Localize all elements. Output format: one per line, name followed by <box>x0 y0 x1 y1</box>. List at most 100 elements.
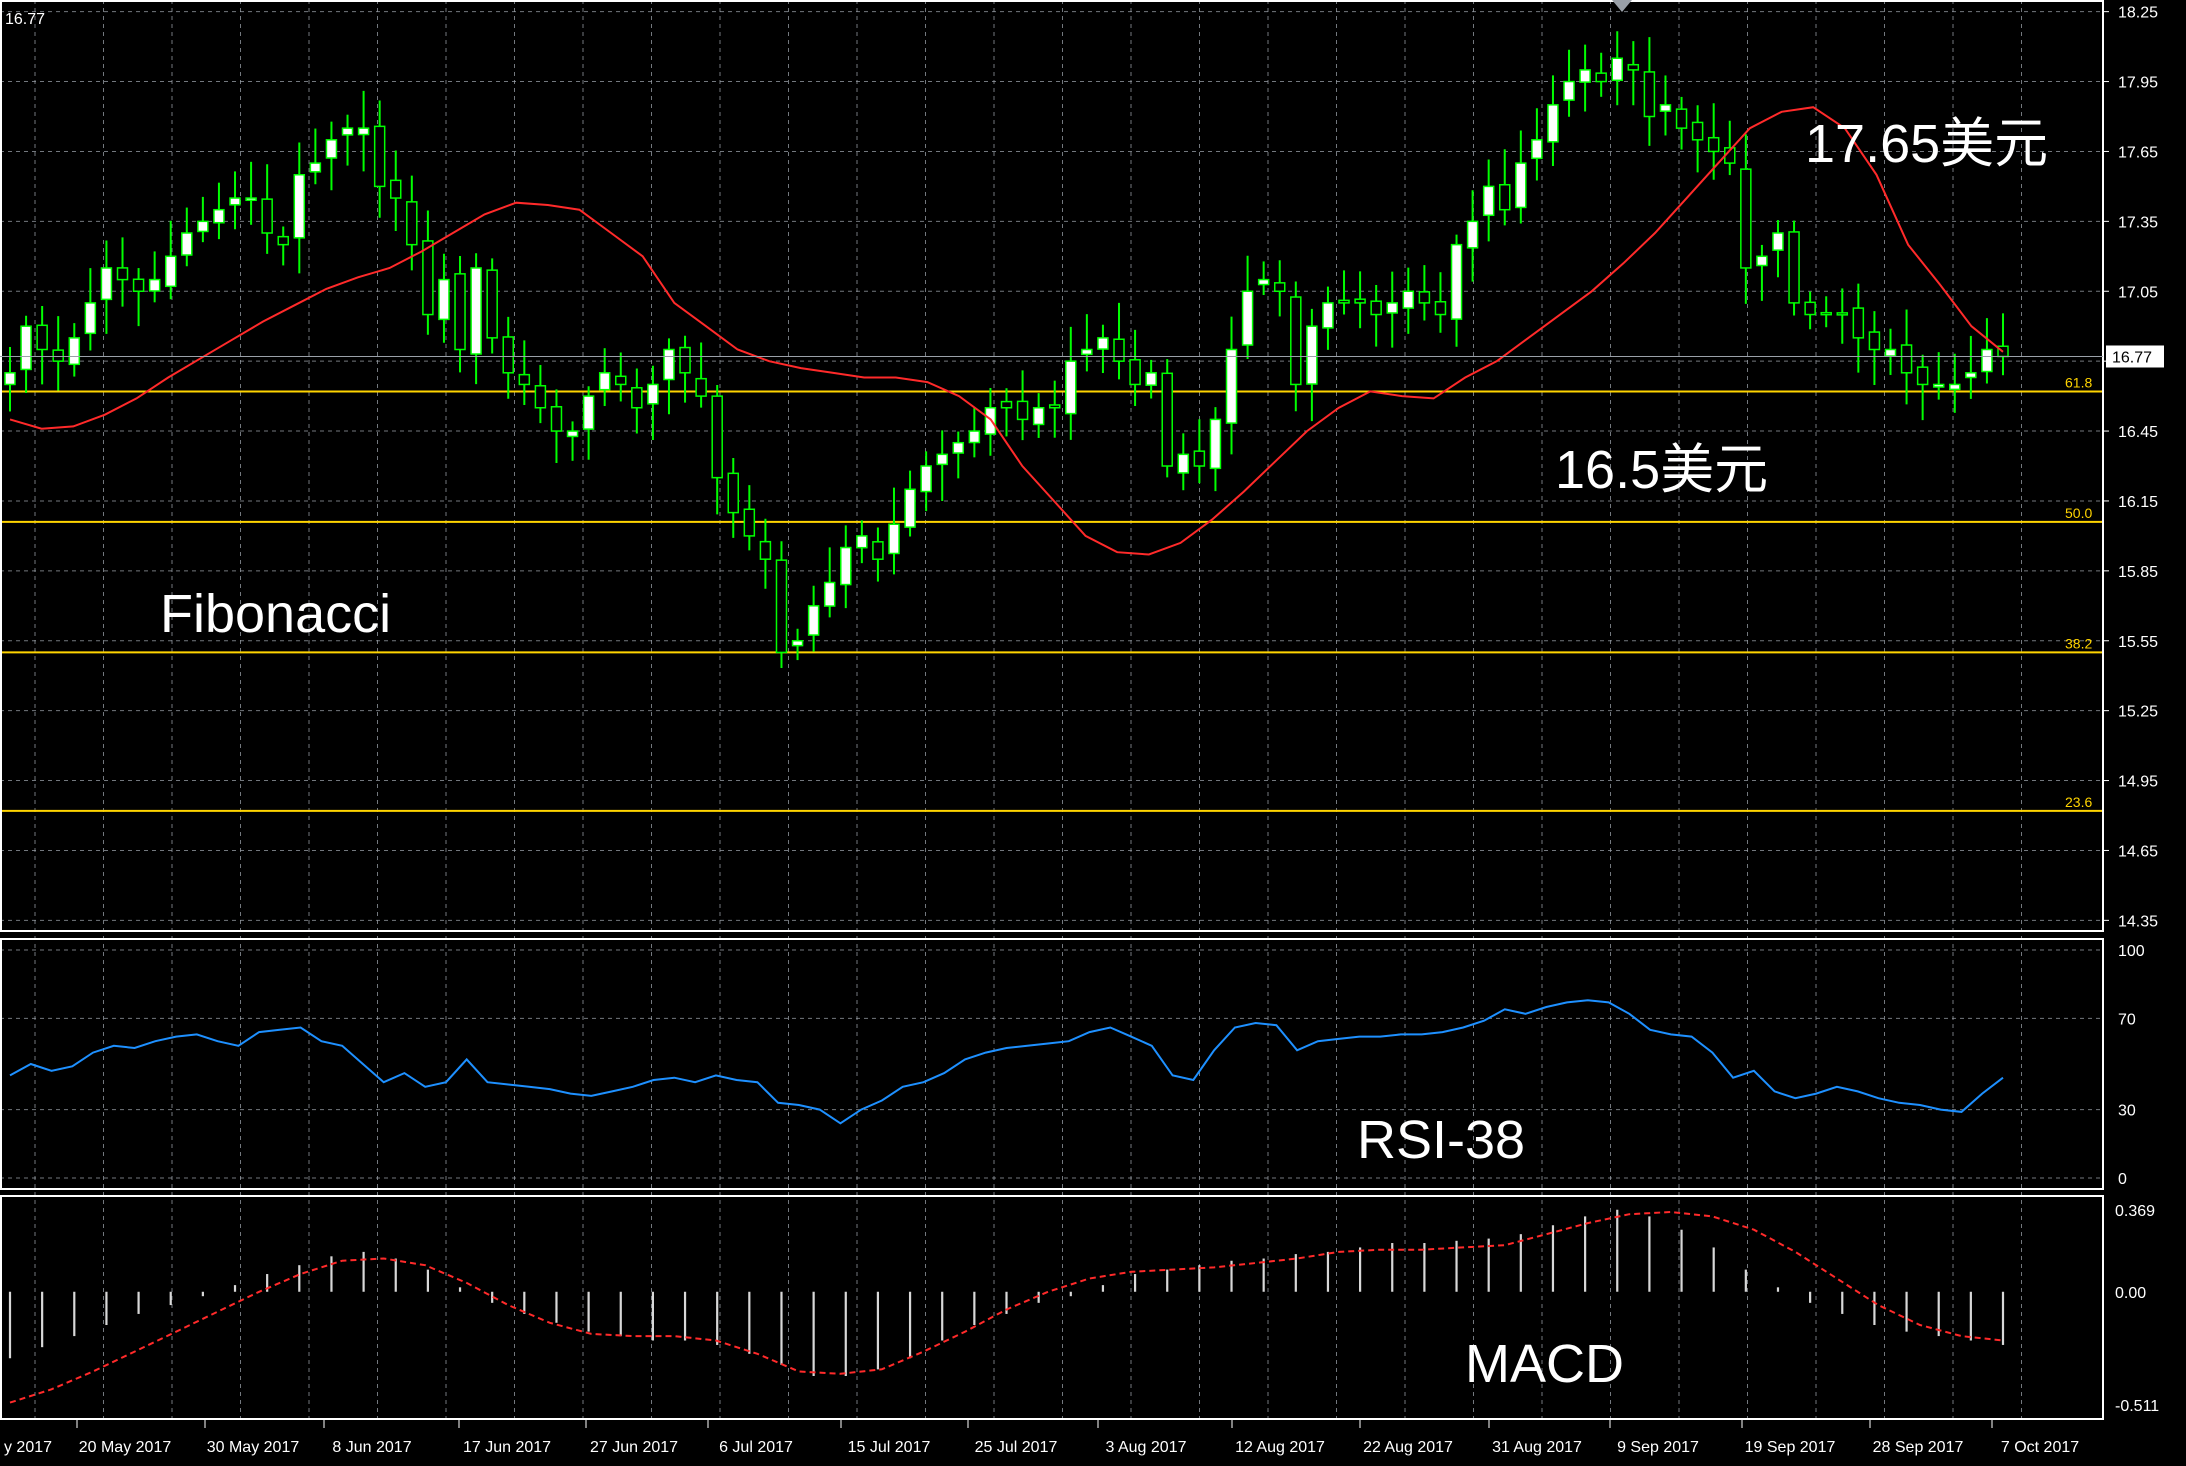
candle-body <box>791 640 804 647</box>
macd-tick-label: 0.369 <box>2115 1203 2155 1220</box>
fib-label-38.2: 38.2 <box>2065 635 2092 651</box>
candle-body <box>695 377 707 397</box>
candle-body <box>1932 383 1945 388</box>
candle-body <box>1209 418 1222 470</box>
candle-body <box>518 373 531 386</box>
candle-body <box>1499 183 1511 211</box>
candle-body <box>856 535 868 549</box>
candle-body <box>647 383 659 405</box>
candle-body <box>1370 300 1382 316</box>
candle-body <box>132 278 145 293</box>
candle-body <box>1884 348 1897 357</box>
candle-body <box>936 453 948 466</box>
candle-body <box>229 197 241 206</box>
annotation-resistance: 17.65美元 <box>1805 114 2048 174</box>
candle-body <box>357 127 370 136</box>
candle-body <box>1900 344 1913 374</box>
candle-body <box>1418 291 1431 304</box>
candle-body <box>1756 255 1768 267</box>
candle-body <box>1322 302 1334 329</box>
fib-label-50.0: 50.0 <box>2065 505 2092 521</box>
candle-body <box>181 232 193 256</box>
date-tick-label: 17 Jun 2017 <box>463 1439 551 1456</box>
candle-body <box>566 430 579 438</box>
candle-body <box>1129 359 1141 386</box>
candle-body <box>389 179 402 199</box>
candle-body <box>1659 104 1672 112</box>
candle-body <box>36 324 48 351</box>
candle-body <box>1579 69 1591 83</box>
candle-body <box>615 375 627 386</box>
rsi-tick-label: 0 <box>2118 1171 2127 1188</box>
date-tick-label: 22 Aug 2017 <box>1363 1439 1453 1456</box>
candle-body <box>807 605 820 636</box>
candle-body <box>438 278 450 321</box>
candle-body <box>1097 337 1109 350</box>
date-tick-label: 20 May 2017 <box>79 1439 172 1456</box>
date-tick-label: 6 Jul 2017 <box>719 1439 793 1456</box>
candle-body <box>470 267 482 355</box>
candle-body <box>1402 290 1415 309</box>
date-tick-label: 31 Aug 2017 <box>1492 1439 1582 1456</box>
candle-body <box>84 302 97 335</box>
candle-body <box>1290 296 1302 386</box>
candle-body <box>261 198 273 234</box>
candlesticks <box>4 31 2009 668</box>
candle-body <box>952 441 965 454</box>
fib-label-23.6: 23.6 <box>2065 794 2092 810</box>
candle-body <box>823 581 836 607</box>
candle-body <box>743 508 756 537</box>
candle-body <box>759 540 772 560</box>
candle-body <box>148 278 161 292</box>
rsi-tick-label: 30 <box>2118 1103 2136 1120</box>
price-chart[interactable]: 61.8 50.0 38.2 23.6 18.25 17.95 17.65 17.35 17.… <box>0 0 2186 1466</box>
candle-body <box>1257 278 1270 286</box>
candle-body <box>1965 372 1977 379</box>
macd-tick-label: -0.511 <box>2115 1398 2159 1415</box>
candle-body <box>631 387 643 409</box>
candle-body <box>341 127 354 136</box>
rsi-label: RSI-38 <box>1357 1110 1525 1170</box>
date-tick-label: 9 Sep 2017 <box>1617 1439 1699 1456</box>
candle-body <box>1563 80 1575 101</box>
candle-body <box>1113 338 1125 362</box>
price-tick-label: 15.25 <box>2118 704 2158 721</box>
candle-body <box>1772 232 1784 251</box>
candle-body <box>422 240 434 316</box>
price-tick-label: 14.35 <box>2118 913 2158 930</box>
candle-body <box>1161 372 1173 467</box>
candle-body <box>582 395 595 430</box>
candle-body <box>454 273 466 351</box>
candle-body <box>1081 348 1093 356</box>
candle-body <box>1707 136 1720 153</box>
date-tick-label: 3 Aug 2017 <box>1106 1439 1187 1456</box>
candle-body <box>4 372 16 386</box>
candle-body <box>1273 282 1286 293</box>
candle-body <box>727 472 740 514</box>
date-tick-label: y 2017 <box>4 1439 52 1456</box>
candle-body <box>872 541 884 560</box>
date-tick-label: 19 Sep 2017 <box>1745 1439 1836 1456</box>
date-tick-label: 7 Oct 2017 <box>2001 1439 2079 1456</box>
candle-body <box>984 407 997 435</box>
candle-body <box>373 125 386 188</box>
shift-marker <box>1612 0 1632 12</box>
candle-body <box>486 269 498 339</box>
panel-border <box>0 938 2104 1190</box>
candle-body <box>1949 383 1961 391</box>
candle-body <box>406 201 418 246</box>
price-tick-label: 16.45 <box>2118 424 2158 441</box>
candle-body <box>1675 108 1688 129</box>
price-readout: 16.77 <box>5 11 45 28</box>
candle-body <box>1466 220 1479 249</box>
candle-body <box>920 465 932 493</box>
candle-body <box>1177 453 1190 474</box>
candle-body <box>679 346 691 374</box>
annotation-fibonacci: Fibonacci <box>160 584 391 644</box>
rsi-tick-label: 70 <box>2118 1011 2136 1028</box>
date-tick-label: 28 Sep 2017 <box>1873 1439 1964 1456</box>
price-tick-label: 17.05 <box>2118 284 2158 301</box>
macd-label: MACD <box>1465 1334 1624 1394</box>
candle-body <box>309 162 322 173</box>
candle-body <box>888 523 900 555</box>
